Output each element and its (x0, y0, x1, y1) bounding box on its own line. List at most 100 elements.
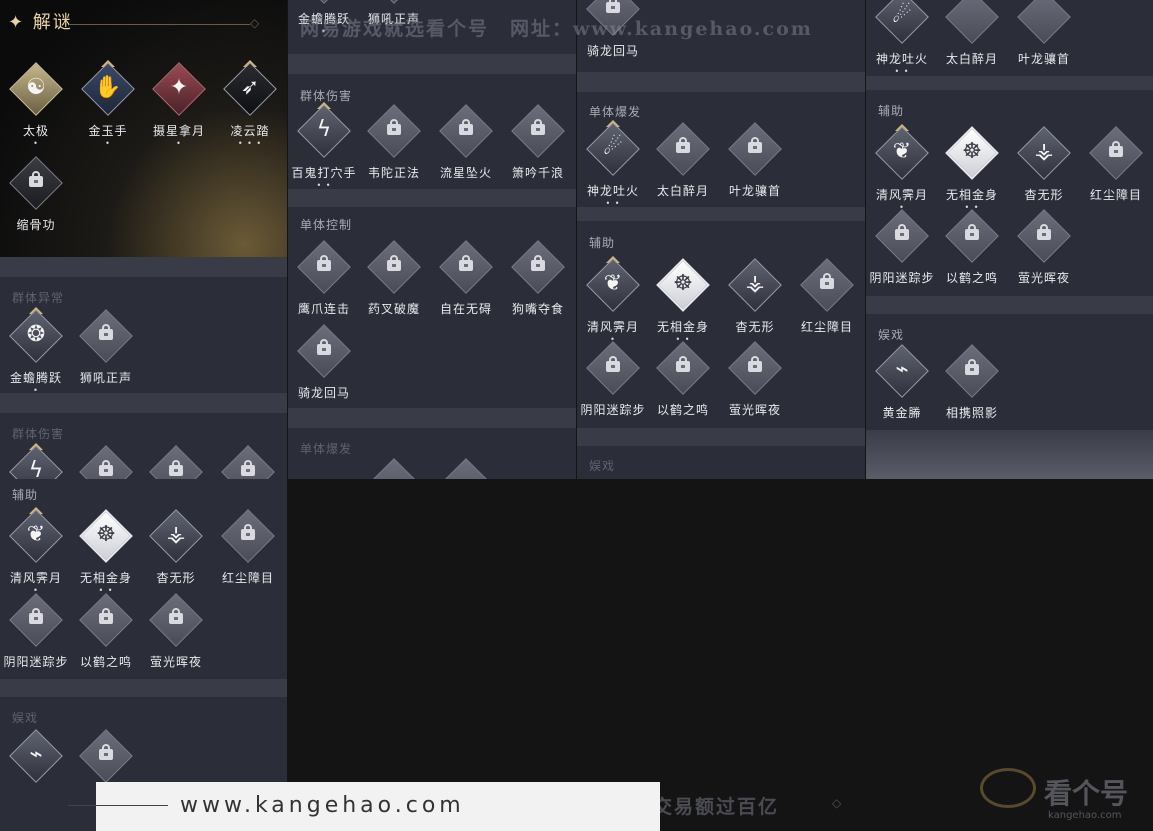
section-title-support: 辅助 (589, 236, 616, 250)
section-title-single-burst: 单体爆发 (589, 105, 642, 119)
skill-shihouzhengsheng[interactable]: 狮吼正声 (70, 309, 142, 399)
lightning-icon: ϟ (316, 117, 332, 142)
hand-icon: ✋ (94, 75, 122, 100)
lock-icon (459, 119, 473, 135)
skill-yaowuxing[interactable]: ⚶ 杳无形 (140, 509, 212, 599)
skill-baiguidaxueshou-partial[interactable]: ϟ (0, 443, 72, 479)
section-title-group-abnormal: 群体异常 (12, 291, 65, 305)
vanish-icon: ⚶ (166, 522, 186, 547)
section-divider (288, 54, 576, 74)
boot-icon: ⌁ (29, 742, 43, 767)
skill-hongchenzhangmu[interactable]: 红尘障目 (791, 258, 863, 348)
lock-icon (29, 608, 43, 624)
skill-jinchantengyue[interactable]: ❂ 金蟾腾跃 • (0, 307, 72, 399)
skill-yaochapomo[interactable]: 药叉破魔 (358, 240, 430, 330)
lock-icon (965, 359, 979, 375)
lock-icon (317, 339, 331, 355)
skill-locked-partial[interactable] (358, 458, 430, 479)
skill-suogugong[interactable]: 缩骨功 (0, 156, 72, 246)
panel-left-bottom: 辅助 ❦ 清风霁月 • ☸ 无相金身 • • ⚶ 杳无形 红尘障目 阴阳迷踪步 … (0, 479, 287, 831)
skill-taibaizuiyue-partial[interactable]: 太白醉月 (936, 0, 1008, 80)
skill-qingfengjiyue[interactable]: ❦ 清风霁月 • (577, 256, 649, 348)
skill-qingfengjiyue[interactable]: ❦ 清风霁月 • (866, 124, 938, 216)
cloud-step-icon: ➶ (240, 75, 260, 100)
section-title-single-burst: 单体爆发 (300, 442, 353, 456)
lock-icon (748, 356, 762, 372)
skill-yinyangmizongbu[interactable]: 阴阳迷踪步 (577, 341, 649, 431)
lock-icon (531, 255, 545, 271)
skill-jinyushou[interactable]: ✋ 金玉手 • (72, 60, 144, 152)
skill-baiguidaxueshou[interactable]: ϟ 百鬼打穴手 • • (288, 102, 360, 194)
lock-icon (748, 137, 762, 153)
skill-locked-partial[interactable] (430, 458, 502, 479)
section-title-entertainment: 娱戏 (589, 459, 616, 473)
brand-eye-logo-icon (980, 768, 1036, 808)
skill-wuxiangjinshen[interactable]: ☸ 无相金身 • • (647, 258, 719, 348)
skill-locked-partial[interactable] (212, 445, 284, 479)
skill-yelongxiangshou-partial[interactable]: 叶龙骧首 (1008, 0, 1080, 80)
skill-taiji[interactable]: ☯ 太极 • (0, 62, 72, 152)
panel-left-middle: 群体异常 ❂ 金蟾腾跃 • 狮吼正声 群体伤害 ϟ (0, 257, 287, 479)
skill-yinyangmizongbu[interactable]: 阴阳迷踪步 (0, 593, 72, 683)
vanish-icon: ⚶ (1034, 139, 1054, 164)
panel-column-3: 骑龙回马 单体爆发 ☄ 神龙吐火 • • 太白醉月 叶龙骧首 辅助 ❦ 清风霁月… (577, 0, 865, 479)
wind-icon: ❦ (26, 522, 46, 547)
lock-icon (1109, 141, 1123, 157)
skill-zizaiwuai[interactable]: 自在无碍 (430, 240, 502, 330)
footer-url: www.kangehao.com (180, 793, 465, 818)
skill-qilonghuima[interactable]: 骑龙回马 (288, 324, 360, 414)
lock-icon (387, 119, 401, 135)
watermark-brand: 看个号 (1044, 777, 1129, 810)
skill-wuxiangjinshen[interactable]: ☸ 无相金身 • • (70, 509, 142, 599)
lock-icon (676, 356, 690, 372)
skill-xiaoyinqianlang[interactable]: 箫吟千浪 (502, 104, 574, 194)
skill-qingfengjiyue[interactable]: ❦ 清风霁月 • (0, 507, 72, 599)
skill-yihezhiming[interactable]: 以鹤之鸣 (936, 209, 1008, 299)
skill-shenlongtuhuo[interactable]: ☄ 神龙吐火 • • (577, 120, 649, 212)
section-divider (0, 679, 287, 697)
lock-icon (820, 273, 834, 289)
skill-yihezhiming[interactable]: 以鹤之鸣 (647, 341, 719, 431)
skill-lingyunta[interactable]: ➶ 凌云踏 • • • (214, 60, 286, 152)
lock-icon (99, 324, 113, 340)
section-divider (577, 207, 865, 221)
skill-yinyangmizongbu[interactable]: 阴阳迷踪步 (866, 209, 938, 299)
lock-icon (676, 137, 690, 153)
skill-yaowuxing[interactable]: ⚶ 杳无形 (719, 258, 791, 348)
skill-liuxingzhuihuo[interactable]: 流星坠火 (430, 104, 502, 194)
lock-icon (99, 608, 113, 624)
skill-huangjinteng[interactable]: ⌁ 黄金幐 (866, 344, 938, 434)
skill-xiangxiezhaoying[interactable]: 相携照影 (936, 344, 1008, 434)
skill-yingguanghuiye[interactable]: 萤光晖夜 (1008, 209, 1080, 299)
section-divider (0, 257, 287, 277)
skill-taibaizuiyue[interactable]: 太白醉月 (647, 122, 719, 212)
lock-icon (241, 460, 255, 476)
skill-hongchenzhangmu[interactable]: 红尘障目 (1080, 126, 1152, 216)
skill-goushouduoshi[interactable]: 狗嘴夺食 (502, 240, 574, 330)
lock-icon (1037, 224, 1051, 240)
section-divider (866, 296, 1153, 314)
skill-yingzhualianji[interactable]: 鹰爪连击 (288, 240, 360, 330)
skill-hongchenzhangmu[interactable]: 红尘障目 (212, 509, 284, 599)
lock-icon (241, 524, 255, 540)
section-divider (577, 428, 865, 446)
golden-body-icon: ☸ (673, 271, 693, 296)
lock-icon (606, 356, 620, 372)
skill-wuxiangjinshen[interactable]: ☸ 无相金身 • • (936, 126, 1008, 216)
skill-zhaixingnayue[interactable]: ✦ 摄星拿月 • (143, 62, 215, 152)
skill-yelongxiangshou[interactable]: 叶龙骧首 (719, 122, 791, 212)
skill-yaowuxing[interactable]: ⚶ 杳无形 (1008, 126, 1080, 216)
lock-icon (606, 0, 620, 13)
skill-locked-partial[interactable] (70, 445, 142, 479)
section-divider (0, 393, 287, 413)
lock-icon (387, 255, 401, 271)
lock-icon (29, 171, 43, 187)
skill-shenlongtuhuo-partial[interactable]: ☄ 神龙吐火 • • (866, 0, 938, 80)
watermark-top: 网易游戏就选看个号 网址：www.kangehao.com (300, 18, 813, 40)
skill-yingguanghuiye[interactable]: 萤光晖夜 (719, 341, 791, 431)
skill-yingguanghuiye[interactable]: 萤光晖夜 (140, 593, 212, 683)
skill-weituozhengfa[interactable]: 韦陀正法 (358, 104, 430, 194)
skill-yihezhiming[interactable]: 以鹤之鸣 (70, 593, 142, 683)
skill-locked-partial[interactable] (140, 445, 212, 479)
skill-huangjinteng-partial[interactable]: ⌁ (0, 729, 72, 819)
